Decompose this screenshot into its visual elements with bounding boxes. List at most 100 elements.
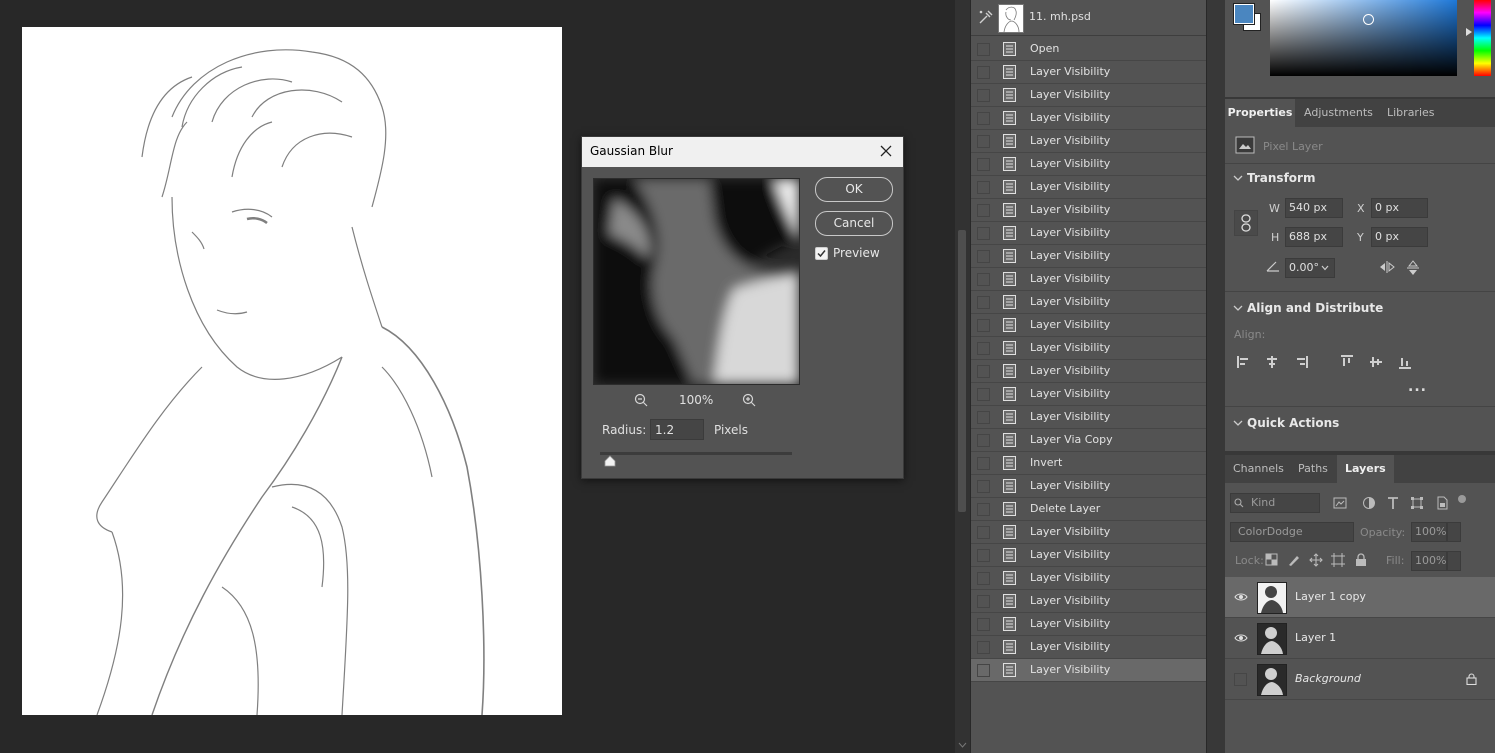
lock-artboard-icon[interactable]	[1331, 553, 1345, 567]
link-dimensions-button[interactable]	[1234, 210, 1258, 236]
lock-all-icon[interactable]	[1354, 553, 1368, 567]
eye-icon[interactable]	[1234, 632, 1248, 644]
cancel-button[interactable]: Cancel	[815, 211, 893, 236]
snapshot-source-checkbox[interactable]	[977, 227, 990, 240]
history-item[interactable]: Layer Visibility	[971, 61, 1206, 84]
color-picker-marker[interactable]	[1363, 14, 1374, 25]
fill-dropdown[interactable]	[1447, 551, 1461, 571]
snapshot-source-checkbox[interactable]	[977, 618, 990, 631]
history-item[interactable]: Layer Visibility	[971, 613, 1206, 636]
snapshot-source-checkbox[interactable]	[977, 664, 990, 677]
history-item[interactable]: Layer Visibility	[971, 567, 1206, 590]
history-item[interactable]: Layer Visibility	[971, 130, 1206, 153]
dialog-titlebar[interactable]: Gaussian Blur	[582, 137, 903, 167]
opacity-dropdown[interactable]	[1447, 522, 1461, 542]
snapshot-source-checkbox[interactable]	[977, 388, 990, 401]
snapshot-source-checkbox[interactable]	[977, 89, 990, 102]
history-item[interactable]: Layer Via Copy	[971, 429, 1206, 452]
snapshot-source-checkbox[interactable]	[977, 641, 990, 654]
scroll-down-icon[interactable]	[958, 742, 967, 748]
align-title[interactable]: Align and Distribute	[1247, 301, 1383, 315]
align-right-icon[interactable]	[1294, 355, 1308, 369]
panel-scrollbar[interactable]	[955, 0, 970, 753]
filter-type-icon[interactable]	[1386, 496, 1400, 510]
history-item[interactable]: Layer Visibility	[971, 199, 1206, 222]
ok-button[interactable]: OK	[815, 177, 893, 202]
snapshot-source-checkbox[interactable]	[977, 365, 990, 378]
snapshot-source-checkbox[interactable]	[977, 342, 990, 355]
tab-properties[interactable]: Properties	[1225, 99, 1295, 127]
tab-channels[interactable]: Channels	[1225, 455, 1292, 483]
close-icon[interactable]	[877, 142, 895, 160]
history-item[interactable]: Invert	[971, 452, 1206, 475]
lock-image-pixels-icon[interactable]	[1287, 553, 1301, 567]
tab-adjustments[interactable]: Adjustments	[1296, 99, 1381, 127]
document-canvas[interactable]	[22, 27, 562, 715]
snapshot-source-checkbox[interactable]	[977, 595, 990, 608]
more-options[interactable]: ...	[1408, 379, 1427, 395]
align-vertical-center-icon[interactable]	[1369, 355, 1383, 369]
history-item[interactable]: Layer Visibility	[971, 314, 1206, 337]
zoom-in-icon[interactable]	[742, 393, 756, 407]
foreground-color-swatch[interactable]	[1233, 3, 1255, 25]
snapshot-source-checkbox[interactable]	[977, 135, 990, 148]
chevron-down-icon[interactable]	[1321, 265, 1329, 271]
history-item[interactable]: Layer Visibility	[971, 176, 1206, 199]
y-field[interactable]: 0 px	[1371, 227, 1428, 247]
eye-icon[interactable]	[1234, 591, 1248, 603]
filter-pixel-icon[interactable]	[1333, 496, 1347, 510]
visibility-toggle[interactable]	[1234, 673, 1247, 686]
snapshot-source-checkbox[interactable]	[977, 526, 990, 539]
fill-field[interactable]: 100%	[1411, 551, 1447, 571]
transform-title[interactable]: Transform	[1247, 171, 1315, 185]
chevron-down-icon[interactable]	[1233, 173, 1243, 183]
history-item[interactable]: Layer Visibility	[971, 383, 1206, 406]
snapshot-source-checkbox[interactable]	[977, 296, 990, 309]
history-item[interactable]: Open	[971, 38, 1206, 61]
history-item[interactable]: Layer Visibility	[971, 107, 1206, 130]
tab-libraries[interactable]: Libraries	[1379, 99, 1443, 127]
history-item[interactable]: Layer Visibility	[971, 245, 1206, 268]
snapshot-source-checkbox[interactable]	[977, 503, 990, 516]
chevron-down-icon[interactable]	[1233, 418, 1243, 428]
history-item[interactable]: Layer Visibility	[971, 153, 1206, 176]
history-item[interactable]: Layer Visibility	[971, 222, 1206, 245]
tab-paths[interactable]: Paths	[1290, 455, 1336, 483]
snapshot-source-checkbox[interactable]	[977, 549, 990, 562]
history-item[interactable]: Layer Visibility	[971, 337, 1206, 360]
blend-mode-select[interactable]: ColorDodge	[1230, 522, 1354, 542]
preview-checkbox[interactable]	[815, 247, 828, 260]
snapshot-source-checkbox[interactable]	[977, 319, 990, 332]
snapshot-source-checkbox[interactable]	[977, 273, 990, 286]
history-item[interactable]: Layer Visibility	[971, 84, 1206, 107]
width-field[interactable]: 540 px	[1285, 198, 1343, 218]
flip-horizontal-icon[interactable]	[1378, 260, 1396, 274]
snapshot-source-checkbox[interactable]	[977, 434, 990, 447]
align-left-icon[interactable]	[1237, 355, 1251, 369]
height-field[interactable]: 688 px	[1285, 227, 1343, 247]
align-horizontal-center-icon[interactable]	[1265, 355, 1279, 369]
snapshot-source-checkbox[interactable]	[977, 112, 990, 125]
history-item[interactable]: Layer Visibility	[971, 268, 1206, 291]
history-item[interactable]: Layer Visibility	[971, 360, 1206, 383]
radius-input[interactable]: 1.2	[650, 419, 704, 440]
quick-actions-title[interactable]: Quick Actions	[1247, 416, 1339, 430]
filter-shape-icon[interactable]	[1410, 496, 1424, 510]
history-snapshot[interactable]: 11. mh.psd	[971, 0, 1206, 36]
align-bottom-icon[interactable]	[1398, 355, 1412, 369]
zoom-out-icon[interactable]	[634, 393, 648, 407]
hue-slider-pointer-icon[interactable]	[1466, 28, 1472, 36]
snapshot-source-checkbox[interactable]	[977, 181, 990, 194]
snapshot-source-checkbox[interactable]	[977, 572, 990, 585]
history-brush-icon[interactable]	[978, 9, 994, 25]
snapshot-source-checkbox[interactable]	[977, 250, 990, 263]
layer-row[interactable]: Layer 1 copy	[1225, 577, 1495, 618]
filter-adjustment-icon[interactable]	[1362, 496, 1376, 510]
history-item[interactable]: Layer Visibility	[971, 475, 1206, 498]
radius-slider-handle[interactable]	[604, 455, 616, 467]
lock-position-icon[interactable]	[1309, 553, 1323, 567]
snapshot-source-checkbox[interactable]	[977, 204, 990, 217]
hue-slider[interactable]	[1474, 0, 1491, 76]
opacity-field[interactable]: 100%	[1411, 522, 1447, 542]
align-top-icon[interactable]	[1340, 355, 1354, 369]
